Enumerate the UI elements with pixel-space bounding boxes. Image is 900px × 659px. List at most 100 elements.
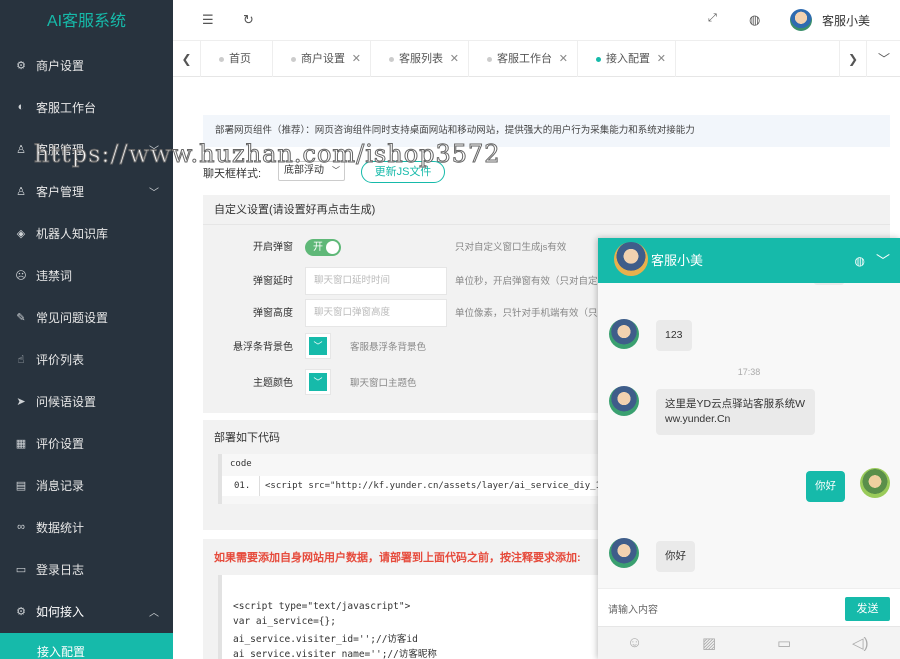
chart-icon: ∞ — [17, 521, 25, 533]
volume-icon[interactable]: ◁) — [852, 634, 869, 652]
send-button[interactable]: 发送 — [845, 597, 890, 621]
code-line: ai_service.visiter_name='';//访客昵称 — [233, 649, 437, 659]
sidebar-item-label: 客服工作台 — [36, 100, 97, 115]
tab-dot — [291, 57, 296, 62]
avatar — [789, 9, 812, 31]
fullscreen-icon[interactable]: ⤢ — [708, 12, 717, 25]
sidebar-item-banned-words[interactable]: ☹ 违禁词 — [0, 254, 173, 296]
chat-window: 客服小美 ◍ ﹀ 123 17:38 这里是YD云点驿站客服系统W ww.yun… — [598, 238, 900, 659]
emoji-icon[interactable]: ☺ — [627, 634, 642, 651]
sidebar-item-label: 机器人知识库 — [36, 226, 109, 241]
globe-icon[interactable]: ◍ — [749, 12, 760, 28]
tab-label: 接入配置 — [606, 53, 650, 65]
message-bubble: 这里是YD云点驿站客服系统W ww.yunder.Cn — [656, 389, 815, 435]
calendar-icon: ▦ — [15, 437, 27, 450]
sidebar-item-review-settings[interactable]: ▦ 评价设置 — [0, 422, 173, 464]
tab-agent-workbench[interactable]: 客服工作台 ✕ — [469, 41, 578, 77]
toggle-knob — [326, 241, 339, 254]
close-icon[interactable]: ✕ — [559, 41, 568, 77]
chat-input-row: 请输入内容 发送 — [598, 588, 900, 626]
sidebar-item-greeting-settings[interactable]: ➤ 问候语设置 — [0, 380, 173, 422]
document-icon: ▤ — [15, 479, 27, 492]
user-icon: ♙ — [16, 143, 26, 156]
sidebar-item-how-to-integrate[interactable]: ⚙ 如何接入 ︿ — [0, 590, 173, 632]
sidebar-item-label: 数据统计 — [36, 520, 85, 535]
height-label: 弹窗高度 — [253, 308, 293, 319]
sidebar-item-label: 客户管理 — [36, 184, 85, 199]
theme-color-picker[interactable]: ﹀ — [305, 369, 331, 395]
chevron-up-icon: ︿ — [149, 608, 159, 619]
tab-dot — [219, 57, 224, 62]
message-bubble: 你好 — [656, 541, 695, 572]
image-icon[interactable]: ▨ — [702, 634, 716, 652]
height-input[interactable]: 聊天窗口弹窗高度 — [305, 299, 447, 327]
user-name: 客服小美 — [821, 13, 870, 28]
theme-color-label: 主题颜色 — [253, 378, 293, 389]
sidebar-item-message-records[interactable]: ▤ 消息记录 — [0, 464, 173, 506]
close-icon[interactable]: ✕ — [657, 41, 666, 77]
sidebar-item-label: 评价列表 — [36, 352, 85, 367]
folder-icon[interactable]: ▭ — [777, 634, 791, 652]
tab-merchant-settings[interactable]: 商户设置 ✕ — [273, 41, 371, 77]
menu-toggle-icon[interactable]: ☰ — [202, 12, 214, 28]
toggle-label: 开 — [313, 242, 323, 253]
sidebar-item-label: 如何接入 — [36, 604, 85, 619]
sidebar-item-merchant-settings[interactable]: ⚙ 商户设置 — [0, 44, 173, 86]
close-icon[interactable]: ✕ — [352, 41, 361, 77]
height-hint: 单位像素，只针对手机端有效（只对 — [455, 308, 608, 319]
popup-hint: 只对自定义窗口生成js有效 — [455, 242, 567, 253]
robot-icon: ◈ — [16, 227, 26, 240]
tab-bar: ❮ 首页 商户设置 ✕ 客服列表 ✕ 客服工作台 ✕ 接入配置 ✕ ❯ ﹀ — [173, 41, 900, 77]
sidebar-item-label: 登录日志 — [36, 562, 85, 577]
ban-icon: ☹ — [15, 269, 27, 282]
chat-input[interactable]: 请输入内容 — [608, 601, 658, 616]
chat-messages[interactable]: 123 17:38 这里是YD云点驿站客服系统W ww.yunder.Cn 你好… — [598, 283, 900, 588]
top-header: ☰ ↻ ⤢ ◍ 客服小美 — [173, 0, 900, 41]
headset-icon: ◐ — [17, 101, 25, 113]
tab-menu-chevron-down-icon[interactable]: ﹀ — [870, 41, 898, 77]
float-color-label: 悬浮条背景色 — [233, 342, 293, 353]
tab-label: 商户设置 — [301, 53, 345, 65]
sidebar-item-agent-workbench[interactable]: ◐ 客服工作台 — [0, 86, 173, 128]
code-line-text: <script src="http://kf.yunder.cn/assets/… — [259, 476, 606, 496]
previous-message-bubble — [814, 283, 844, 285]
close-icon[interactable]: ✕ — [450, 41, 459, 77]
sidebar-item-login-log[interactable]: ▭ 登录日志 — [0, 548, 173, 590]
sidebar-item-statistics[interactable]: ∞ 数据统计 — [0, 506, 173, 548]
code-line: var ai_service={}; — [233, 616, 336, 627]
theme-color-hint: 聊天窗口主题色 — [350, 378, 417, 389]
chevron-down-icon[interactable]: ﹀ — [876, 251, 890, 271]
custom-settings-title: 自定义设置(请设置好再点击生成) — [203, 195, 890, 225]
sidebar: AI客服系统 ⚙ 商户设置 ◐ 客服工作台 ♙ 客服管理 ﹀ ♙ 客户管理 ﹀ … — [0, 0, 173, 659]
tab-scroll-left-icon[interactable]: ❮ — [173, 41, 201, 77]
tab-integration-config[interactable]: 接入配置 ✕ — [578, 41, 676, 77]
edit-icon: ✎ — [16, 311, 26, 324]
refresh-icon[interactable]: ↻ — [243, 12, 254, 28]
tab-dot — [596, 57, 601, 62]
tab-dot — [389, 57, 394, 62]
float-color-picker[interactable]: ﹀ — [305, 333, 331, 359]
tab-scroll-right-icon[interactable]: ❯ — [839, 41, 867, 77]
sidebar-item-faq-settings[interactable]: ✎ 常见问题设置 — [0, 296, 173, 338]
message-bubble: 你好 — [806, 471, 845, 502]
sidebar-item-label: 常见问题设置 — [36, 310, 109, 325]
sidebar-item-robot-knowledge[interactable]: ◈ 机器人知识库 — [0, 212, 173, 254]
code-line-number: 01. — [234, 481, 251, 491]
popup-label: 开启弹窗 — [253, 242, 293, 253]
sidebar-subitem-integration-config[interactable]: 接入配置 — [0, 633, 173, 659]
user-menu[interactable]: 客服小美 — [789, 9, 870, 31]
code-line: <script type="text/javascript"> — [233, 601, 411, 612]
chevron-down-icon: ﹀ — [309, 373, 327, 391]
send-icon: ➤ — [16, 395, 26, 408]
delay-input[interactable]: 聊天窗口延时时间 — [305, 267, 447, 295]
agent-avatar — [609, 319, 639, 349]
globe-icon[interactable]: ◍ — [855, 254, 865, 268]
chevron-down-icon: ﹀ — [309, 337, 327, 355]
sidebar-item-customer-management[interactable]: ♙ 客户管理 ﹀ — [0, 170, 173, 212]
delay-label: 弹窗延时 — [253, 276, 293, 287]
popup-toggle[interactable]: 开 — [305, 239, 341, 256]
watermark: https://www.huzhan.com/ishop3572 — [34, 140, 501, 169]
sidebar-item-review-list[interactable]: ☝ 评价列表 — [0, 338, 173, 380]
tab-home[interactable]: 首页 — [201, 41, 273, 77]
tab-agent-list[interactable]: 客服列表 ✕ — [371, 41, 469, 77]
